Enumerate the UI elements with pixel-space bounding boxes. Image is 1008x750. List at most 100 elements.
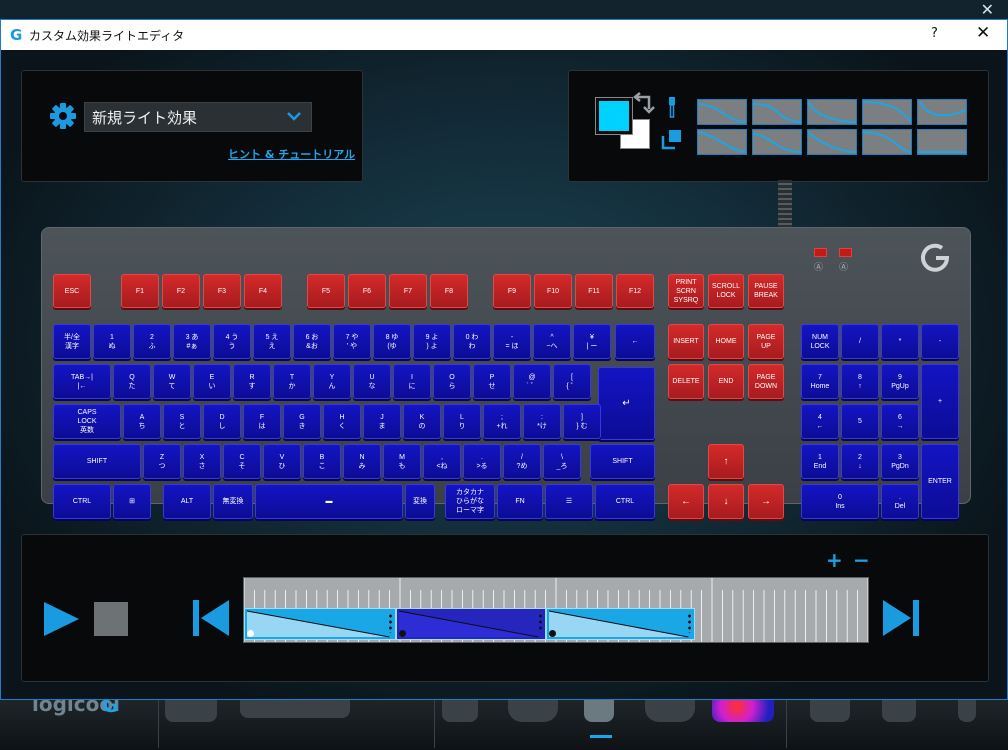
key-row4-1[interactable]: Z つ: [143, 444, 181, 479]
hints-tutorial-link[interactable]: ヒント & チュートリアル: [228, 146, 355, 162]
help-button[interactable]: ?: [931, 26, 938, 41]
key-row2-4[interactable]: R す: [233, 364, 271, 399]
key-numpad-9[interactable]: 6 →: [881, 404, 919, 439]
key-row1-4[interactable]: 4 う う: [213, 324, 251, 359]
zoom-in-button[interactable]: +: [826, 548, 843, 572]
key-row1-11[interactable]: - = ほ: [493, 324, 531, 359]
key-row3-7[interactable]: J ま: [363, 404, 401, 439]
key-left-shift[interactable]: SHIFT: [53, 444, 141, 479]
timeline-segment[interactable]: [545, 608, 695, 640]
heatmap-icon[interactable]: [712, 700, 774, 722]
key-f12[interactable]: F12: [616, 274, 654, 308]
key-system-0[interactable]: PRINT SCRN SYSRQ: [668, 274, 704, 308]
key-nav-2[interactable]: PAGE UP: [748, 324, 784, 359]
timeline-segment[interactable]: [244, 608, 397, 640]
curve-preset-9[interactable]: [862, 129, 912, 155]
eyedropper-icon[interactable]: [665, 96, 679, 120]
key-numpad-13[interactable]: 3 PgDn: [881, 444, 919, 479]
key-row1-9[interactable]: 9 よ ) よ: [413, 324, 451, 359]
key-row2-7[interactable]: U な: [353, 364, 391, 399]
gear-icon[interactable]: [50, 103, 76, 129]
close-button[interactable]: ✕: [976, 23, 990, 43]
key-f8[interactable]: F8: [430, 274, 468, 308]
key-row2-1[interactable]: Q た: [113, 364, 151, 399]
primary-color-swatch[interactable]: [595, 97, 633, 135]
key-numpad-11[interactable]: 1 End: [801, 444, 839, 479]
key-row4-6[interactable]: N み: [343, 444, 381, 479]
key-esc[interactable]: ESC: [53, 274, 91, 308]
key-row3-1[interactable]: A ち: [123, 404, 161, 439]
keycap-icon[interactable]: [508, 700, 558, 722]
key-numpad-6[interactable]: 9 PgUp: [881, 364, 919, 399]
key-row2-12[interactable]: [ { ゜: [553, 364, 591, 399]
key-f6[interactable]: F6: [348, 274, 386, 308]
key-numpad-16[interactable]: ENTER: [921, 444, 959, 519]
key-row2-11[interactable]: @ ` ゛: [513, 364, 551, 399]
keyboard-device-icon[interactable]: [165, 700, 217, 722]
key-row5-7[interactable]: FN: [497, 484, 543, 519]
key-numpad-2[interactable]: *: [881, 324, 919, 359]
curve-preset-10[interactable]: [917, 129, 967, 155]
key-numpad-3[interactable]: -: [921, 324, 959, 359]
segment-start-handle[interactable]: [247, 630, 254, 637]
key-f10[interactable]: F10: [534, 274, 572, 308]
lighting-bulb-icon[interactable]: [584, 700, 614, 722]
curve-preset-2[interactable]: [752, 99, 802, 125]
key-row3-4[interactable]: F は: [243, 404, 281, 439]
key-numpad-15[interactable]: . Del: [881, 484, 919, 519]
key-caps-lock[interactable]: CAPS LOCK 英数: [53, 404, 121, 439]
key-nav-0[interactable]: INSERT: [668, 324, 704, 359]
key-row1-13[interactable]: ¥ | ー: [573, 324, 611, 359]
key-f7[interactable]: F7: [389, 274, 427, 308]
segment-end-handle[interactable]: [389, 613, 393, 633]
effect-name-dropdown[interactable]: 新規ライト効果: [84, 102, 312, 132]
key-row1-2[interactable]: 2 ふ: [133, 324, 171, 359]
segment-end-handle[interactable]: [687, 613, 691, 633]
key-row2-10[interactable]: P せ: [473, 364, 511, 399]
key-f2[interactable]: F2: [162, 274, 200, 308]
key-row3-6[interactable]: H く: [323, 404, 361, 439]
key-numpad-14[interactable]: 0 Ins: [801, 484, 879, 519]
key-nav-5[interactable]: PAGE DOWN: [748, 364, 784, 399]
key-f1[interactable]: F1: [121, 274, 159, 308]
curve-preset-7[interactable]: [752, 129, 802, 155]
home-icon[interactable]: [442, 700, 478, 722]
key-f3[interactable]: F3: [203, 274, 241, 308]
key-numpad-5[interactable]: 8 ↑: [841, 364, 879, 399]
key-enter[interactable]: ↵: [598, 367, 655, 440]
key-nav-4[interactable]: END: [708, 364, 744, 399]
key-row2-9[interactable]: O ら: [433, 364, 471, 399]
key-row3-2[interactable]: S と: [163, 404, 201, 439]
curve-preset-3[interactable]: [807, 99, 857, 125]
skip-to-end-icon[interactable]: [882, 599, 920, 637]
key-system-2[interactable]: PAUSE BREAK: [748, 274, 784, 308]
key-row4-5[interactable]: B こ: [303, 444, 341, 479]
key-row3-8[interactable]: K の: [403, 404, 441, 439]
key-f11[interactable]: F11: [575, 274, 613, 308]
play-icon[interactable]: [42, 601, 80, 637]
key-row4-3[interactable]: C そ: [223, 444, 261, 479]
key-row2-5[interactable]: T か: [273, 364, 311, 399]
gear-icon[interactable]: [882, 700, 916, 722]
key-hankaku-zenkaku[interactable]: 半/全 漢字: [53, 324, 91, 359]
key-row2-8[interactable]: I に: [393, 364, 431, 399]
key-numpad-7[interactable]: 4 ←: [801, 404, 839, 439]
zoom-out-button[interactable]: −: [853, 548, 870, 572]
key-row5-1[interactable]: ⊞: [113, 484, 151, 519]
key-row3-10[interactable]: ; +れ: [483, 404, 521, 439]
key-row3-11[interactable]: : *け: [523, 404, 561, 439]
key-tab[interactable]: TAB→| |←: [53, 364, 111, 399]
key-numpad-12[interactable]: 2 ↓: [841, 444, 879, 479]
key-row4-4[interactable]: V ひ: [263, 444, 301, 479]
key-row5-8[interactable]: ☰: [545, 484, 593, 519]
key-row1-10[interactable]: 0 わ わ: [453, 324, 491, 359]
key-arrow-right[interactable]: →: [748, 484, 784, 519]
curve-preset-6[interactable]: [697, 129, 747, 155]
timeline-segment[interactable]: [396, 608, 546, 640]
key-numpad-10[interactable]: +: [921, 364, 959, 439]
stop-icon[interactable]: [94, 602, 128, 636]
key-row1-8[interactable]: 8 ゆ (ゆ: [373, 324, 411, 359]
skip-to-start-icon[interactable]: [192, 599, 230, 637]
curve-preset-1[interactable]: [697, 99, 747, 125]
key-row2-6[interactable]: Y ん: [313, 364, 351, 399]
